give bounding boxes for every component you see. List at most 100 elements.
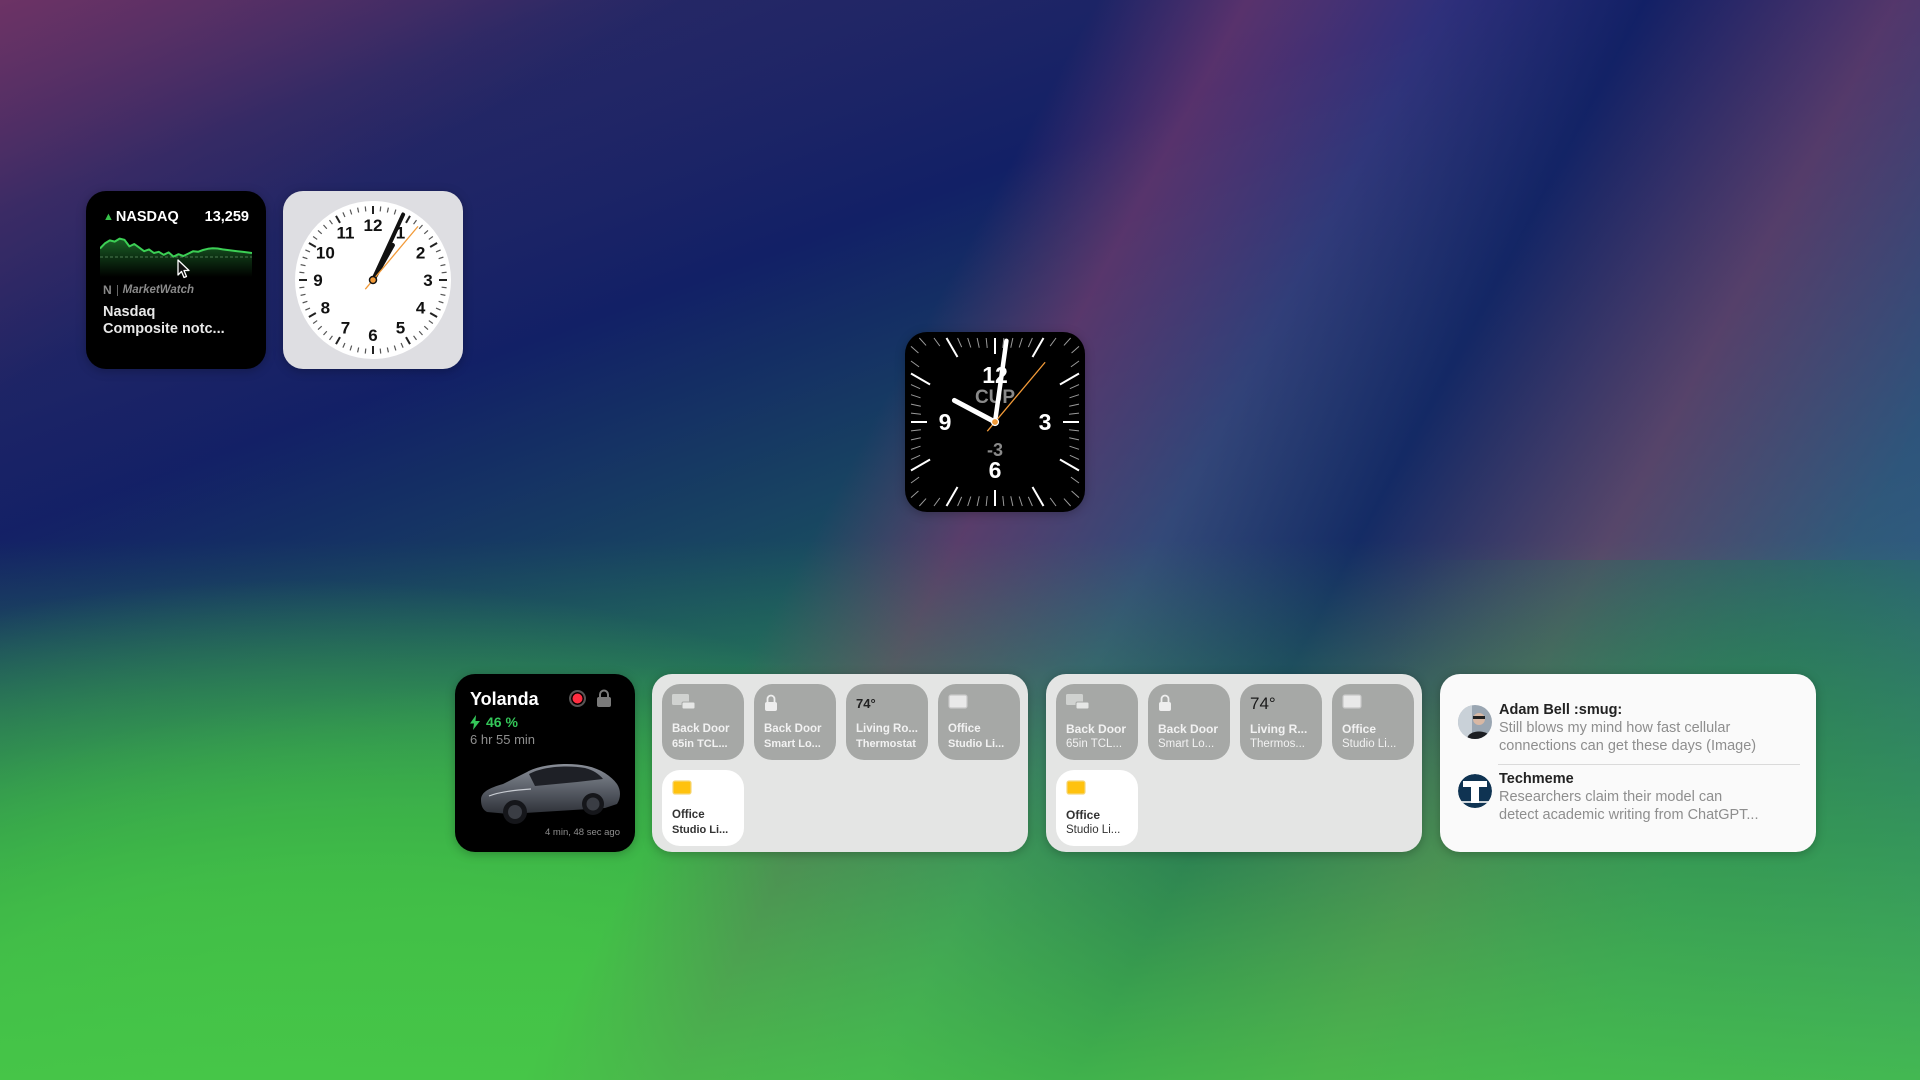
clock-tick (1059, 372, 1080, 386)
tv-icon (1066, 694, 1090, 710)
clock-number: 7 (341, 319, 350, 338)
clock-tick (945, 486, 959, 507)
light-panel-icon (948, 694, 968, 709)
clock-tick (967, 337, 972, 348)
notifications-widget[interactable]: Adam Bell :smug: Still blows my mind how… (1440, 674, 1816, 852)
tile-room: Office (948, 723, 981, 735)
sparkline-area (100, 238, 252, 277)
clock-tick (299, 271, 305, 274)
clock-tick (910, 412, 921, 415)
tesla-widget[interactable]: Yolanda 46 % 6 hr 55 min 4 min, 48 sec a… (455, 674, 635, 852)
home-tile-thermostat[interactable]: 74° Living Ro... Thermostat (846, 684, 928, 760)
clock-face: 12369 CUP -3 (910, 337, 1080, 507)
clock-tick (379, 348, 382, 354)
clock-center (990, 417, 1000, 427)
light-panel-on-icon (1066, 780, 1086, 795)
clock-center (368, 275, 378, 285)
stock-value: 13,259 (204, 209, 249, 225)
home-tile-light-on[interactable]: Office Studio Li... (1056, 770, 1138, 846)
clock-tick (1069, 429, 1080, 432)
clock-tick (976, 496, 980, 507)
home-tile-light[interactable]: Office Studio Li... (938, 684, 1020, 760)
home-tile-lock[interactable]: Back Door Smart Lo... (754, 684, 836, 760)
tile-device: Thermos... (1250, 738, 1305, 750)
clock-tick (910, 372, 931, 386)
stocks-widget[interactable]: ▲ NASDAQ 13,259 N MarketWatch Nasdaq Comp… (86, 191, 266, 369)
home-tile-tv[interactable]: Back Door 65in TCL... (662, 684, 744, 760)
clock-tick (441, 286, 447, 289)
clock-tick (933, 337, 941, 347)
thermostat-temperature: 74° (1250, 694, 1276, 713)
clock-tick (918, 337, 927, 346)
home-widget[interactable]: Back Door 65in TCL... Back Door Smart Lo… (1046, 674, 1422, 852)
notification-item[interactable]: Techmeme Researchers claim their model c… (1458, 771, 1800, 824)
home-widget[interactable]: Back Door 65in TCL... Back Door Smart Lo… (652, 674, 1028, 852)
clock-tick (910, 454, 921, 460)
lock-icon[interactable] (596, 689, 612, 708)
home-tile-light-on[interactable]: Office Studio Li... (662, 770, 744, 846)
headline-line: Nasdaq (103, 304, 156, 320)
clock-tick (910, 403, 921, 407)
notification-item[interactable]: Adam Bell :smug: Still blows my mind how… (1458, 702, 1800, 755)
clock-number: 6 (368, 326, 377, 345)
clock-number: 2 (416, 244, 425, 263)
notification-body: Still blows my mind how fast cellular (1499, 720, 1731, 736)
clock-tick (1002, 496, 1005, 507)
tile-device: Smart Lo... (764, 738, 821, 750)
home-tile-tv[interactable]: Back Door 65in TCL... (1056, 684, 1138, 760)
clock-tick (364, 206, 367, 212)
clock-tick (1069, 454, 1080, 460)
clock-tick (945, 337, 959, 358)
source-name: MarketWatch (122, 284, 195, 296)
tile-room: Back Door (1158, 722, 1219, 736)
tile-room: Office (672, 809, 705, 821)
clock-tick (1027, 496, 1033, 507)
clock-tick (910, 394, 921, 399)
clock-tick (1070, 476, 1080, 484)
notification-body: detect academic writing from ChatGPT... (1499, 807, 1759, 823)
divider (1498, 764, 1800, 765)
clock-tick (1049, 337, 1057, 347)
charge-status: 46 % (470, 714, 518, 730)
news-headline[interactable]: Nasdaq Composite notc... (103, 304, 252, 338)
stock-symbol: NASDAQ (115, 209, 179, 225)
clock-tick (985, 496, 988, 507)
vehicle-name: Yolanda (470, 689, 539, 709)
clock-tick (1018, 337, 1023, 348)
lock-icon (765, 694, 777, 711)
headline-line: Composite notc... (103, 321, 225, 337)
clock-number: 5 (396, 319, 405, 338)
world-clock-widget[interactable]: 12 3 6 9 CUP -3 (905, 332, 1085, 512)
clock-tick (910, 429, 921, 432)
clock-number: 12 (364, 216, 383, 235)
tile-room: Office (1066, 808, 1101, 822)
mouse-cursor-icon (177, 259, 190, 279)
clock-offset-label: -3 (987, 440, 1003, 460)
car-image (481, 764, 620, 824)
tile-device: Smart Lo... (1158, 738, 1215, 750)
clock-tick (1059, 458, 1080, 472)
clock-tick (933, 497, 941, 507)
notification-sender: Techmeme (1499, 771, 1574, 787)
clock-number: 9 (313, 271, 322, 290)
sentry-mode-icon[interactable] (569, 690, 586, 707)
clock-tick (1069, 412, 1080, 415)
home-tile-lock[interactable]: Back Door Smart Lo... (1148, 684, 1230, 760)
clock-tick (1031, 486, 1045, 507)
clock-tick (1069, 384, 1080, 390)
clock-tick (1069, 394, 1080, 399)
light-panel-icon (1342, 694, 1362, 709)
clock-tick (910, 490, 919, 499)
clock-number: 10 (316, 244, 335, 263)
thermostat-temperature: 74° (856, 696, 876, 711)
news-source: N MarketWatch (103, 283, 194, 297)
clock-tick (379, 206, 382, 212)
home-tile-thermostat[interactable]: 74° Living R... Thermos... (1240, 684, 1322, 760)
analog-clock-widget[interactable]: 12 1 2 3 4 5 6 7 8 9 10 11 (283, 191, 463, 369)
tile-room: Living R... (1250, 722, 1308, 736)
person-avatar (1458, 705, 1492, 739)
home-tile-light[interactable]: Office Studio Li... (1332, 684, 1414, 760)
clock-tick (910, 476, 920, 484)
clock-tick (910, 445, 921, 450)
tile-device: Studio Li... (672, 824, 729, 836)
